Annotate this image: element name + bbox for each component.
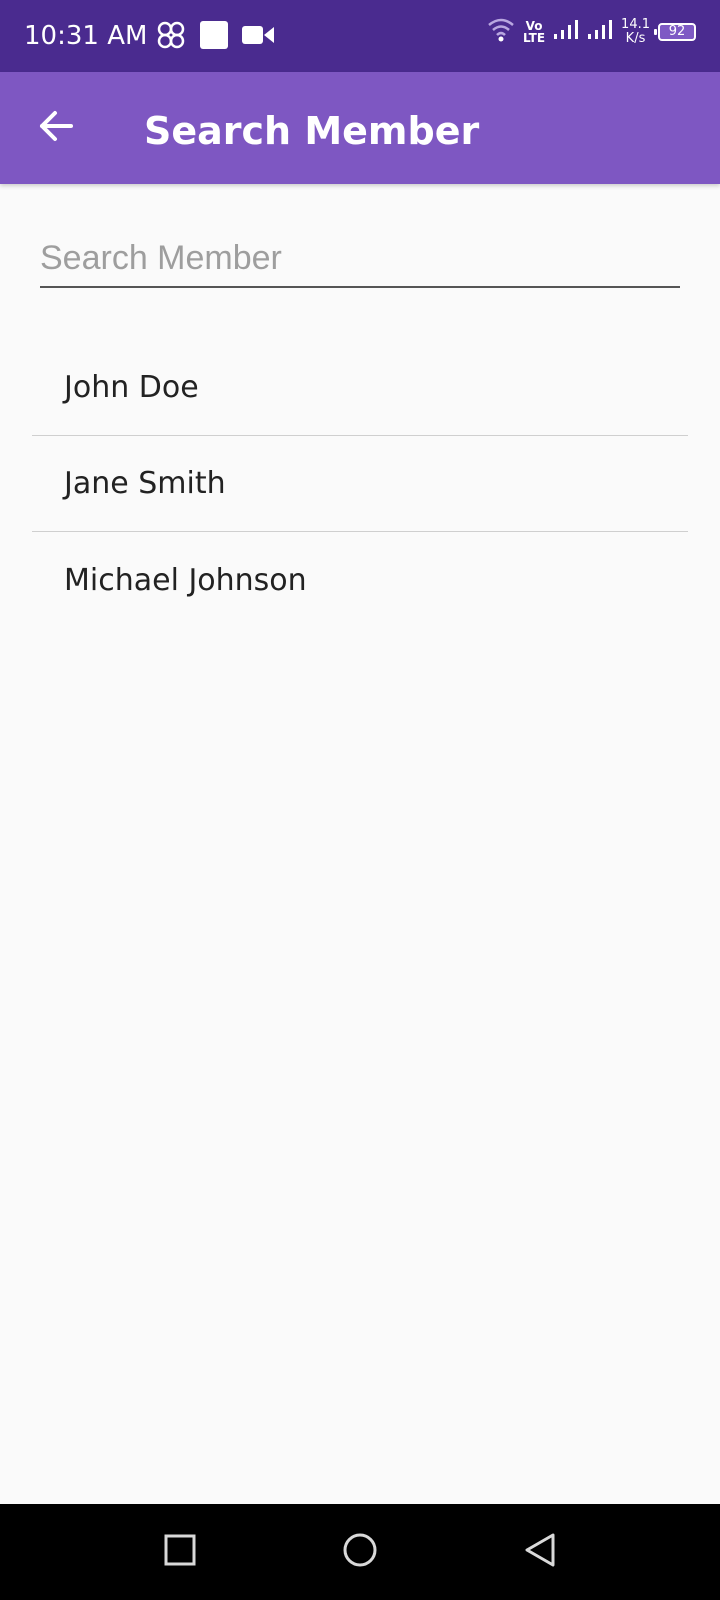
wifi-icon [487,16,515,47]
recents-icon [164,1534,196,1571]
back-button[interactable] [28,100,84,156]
list-item[interactable]: Jane Smith [32,436,688,532]
speed-unit: K/s [625,30,646,46]
search-field [40,236,680,288]
network-speed: 14.1 K/s [621,16,650,46]
speed-value: 14.1 [621,16,650,32]
square-icon [200,21,228,54]
back-icon [523,1532,557,1573]
app-bar: Search Member [0,72,720,184]
navigation-bar [0,1504,720,1600]
page-title: Search Member [144,109,480,153]
member-list: John Doe Jane Smith Michael Johnson [32,340,688,628]
battery-icon: 92 [654,22,696,41]
list-item[interactable]: Michael Johnson [32,532,688,628]
signal-icon [587,18,613,45]
link-icon [156,20,186,55]
status-left-icons [156,20,274,55]
recents-button[interactable] [158,1530,202,1574]
arrow-left-icon [38,108,74,149]
status-right-icons: Vo LTE 14.1 K/s 92 [487,16,696,47]
status-time: 10:31 AM [24,21,148,51]
signal-icon [553,18,579,45]
home-button[interactable] [338,1530,382,1574]
back-nav-button[interactable] [518,1530,562,1574]
volte-top-label: Vo [525,18,543,33]
status-bar: 10:31 AM Vo LTE 14.1 K/s 92 [0,0,720,72]
battery-level: 92 [668,24,686,39]
list-item[interactable]: John Doe [32,340,688,436]
volte-bottom-label: LTE [523,30,546,45]
search-input[interactable] [40,236,680,288]
video-icon [242,24,274,51]
volte-indicator: Vo LTE [523,20,545,44]
home-icon [342,1532,378,1573]
